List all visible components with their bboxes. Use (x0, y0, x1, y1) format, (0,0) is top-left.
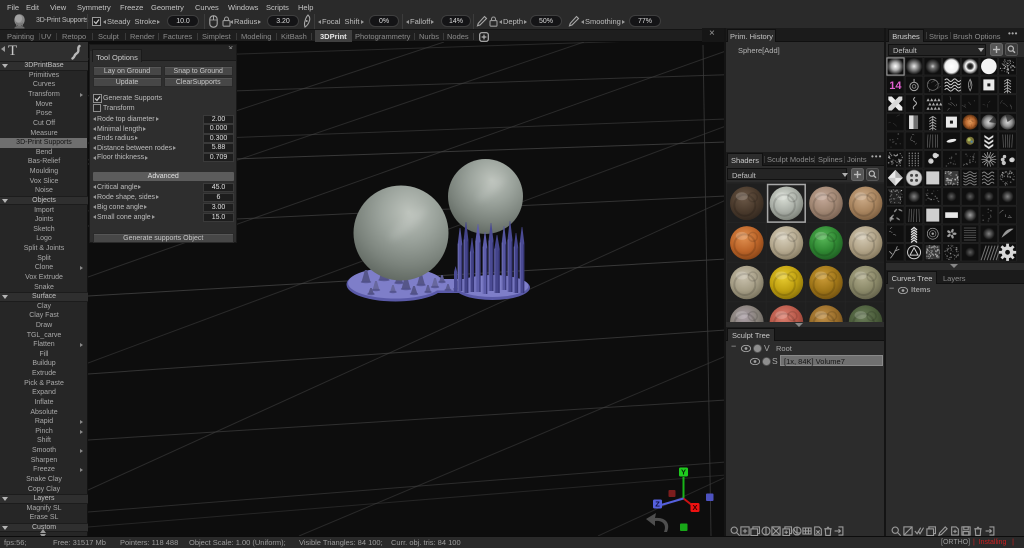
svg-text:Y: Y (681, 468, 686, 477)
svg-text:X: X (692, 503, 697, 512)
svg-text:Z: Z (655, 500, 660, 509)
svg-text:14: 14 (889, 80, 902, 92)
